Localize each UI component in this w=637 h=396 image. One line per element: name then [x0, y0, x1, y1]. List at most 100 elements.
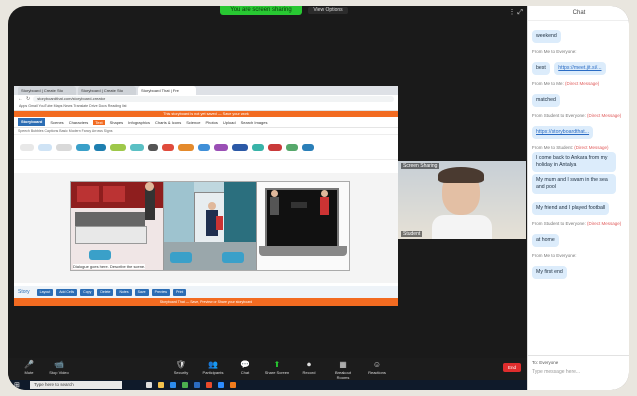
storyboard-cell-3[interactable] [257, 182, 349, 270]
chat-sender: From Me to Me: (Direct Message) [532, 81, 600, 86]
task-view-icon[interactable] [146, 382, 152, 388]
mute-button[interactable]: 🎤 Mute [16, 360, 42, 375]
palette-item[interactable] [110, 143, 126, 151]
palette-item[interactable] [56, 143, 72, 151]
add-cells-button[interactable]: Add Cells [56, 288, 78, 296]
menu-item[interactable]: Upload [223, 120, 236, 125]
chrome-icon[interactable] [182, 382, 188, 388]
menu-item[interactable]: Science [186, 120, 200, 125]
participants-button[interactable]: 👥 Participants [200, 360, 226, 375]
menu-item[interactable]: Infographics [128, 120, 150, 125]
chat-link[interactable]: https://storyboardthat... [532, 126, 594, 139]
edge-icon[interactable] [170, 382, 176, 388]
back-icon[interactable]: ← [18, 96, 23, 102]
screen-sharing-indicator[interactable]: You are screen sharing [220, 6, 302, 15]
save-button[interactable]: Save [134, 288, 149, 296]
windows-taskbar: ⊞ Type here to search [8, 380, 527, 390]
palette-item[interactable] [20, 143, 34, 151]
menu-item[interactable]: Charts & Icons [155, 120, 181, 125]
menu-item[interactable]: Photos [205, 120, 217, 125]
breakout-rooms-button[interactable]: ▦ Breakout Rooms [330, 360, 356, 380]
copy-button[interactable]: Copy [80, 288, 95, 296]
chat-messages: weekend From Me to Everyone: best https:… [528, 21, 629, 284]
chat-recipient-select[interactable]: To: Everyone [532, 360, 626, 365]
palette-item[interactable] [214, 143, 228, 151]
palette-item[interactable] [162, 143, 174, 151]
file-explorer-icon[interactable] [158, 382, 164, 388]
speech-bubble-palette [14, 135, 398, 160]
menu-item[interactable]: Shapes [110, 120, 124, 125]
chat-sender: From Student to Everyone: (Direct Messag… [532, 221, 622, 226]
app-logo[interactable]: Storyboard [18, 118, 46, 126]
windows-start-icon[interactable]: ⊞ [14, 381, 20, 389]
zoom-top-bar: You are screen sharing View Options ⋮ ⤢ [8, 6, 527, 16]
record-button[interactable]: ⏺ Record [296, 360, 322, 375]
footer-banner: Storyboard That — Save, Preview or Share… [14, 298, 398, 306]
print-button[interactable]: Print [173, 288, 187, 296]
end-meeting-button[interactable]: End [503, 363, 521, 372]
chat-button[interactable]: 💬 Chat [232, 360, 258, 375]
palette-item[interactable] [38, 143, 52, 151]
bookmarks-bar[interactable]: Apps Gmail YouTube Maps News Translate D… [14, 103, 398, 111]
chat-bubble: My first end [532, 266, 567, 279]
share-screen-button[interactable]: ⬆ Share Screen [264, 360, 290, 375]
menu-item-selected[interactable]: Text [93, 119, 105, 125]
browser-tab-active[interactable]: Storyboard That | Fre [138, 86, 196, 95]
chat-message-input[interactable]: Type message here... [532, 369, 626, 375]
palette-item[interactable] [148, 143, 158, 151]
zoom-icon[interactable] [218, 382, 224, 388]
delete-button[interactable]: Delete [97, 288, 114, 296]
zoom-main-area: You are screen sharing View Options ⋮ ⤢ … [8, 6, 527, 390]
storyboard-cell-1[interactable] [71, 182, 164, 270]
reactions-button[interactable]: ☺ Reactions [364, 360, 390, 375]
palette-item[interactable] [286, 143, 298, 151]
palette-item[interactable] [94, 143, 106, 151]
reactions-icon: ☺ [372, 360, 382, 369]
window-controls[interactable]: ⋮ ⤢ [508, 8, 523, 17]
taskbar-search[interactable]: Type here to search [30, 381, 122, 389]
stop-video-button[interactable]: 📹 Stop Video [46, 360, 72, 375]
category-sub-bar[interactable]: Speech Bubbles Captions Basic Modern Fan… [14, 128, 398, 135]
chat-title: Chat [528, 6, 629, 21]
participant-video[interactable]: Screen Sharing Student [398, 161, 526, 239]
palette-item[interactable] [76, 143, 90, 151]
preview-button[interactable]: Preview [151, 288, 171, 296]
browser-tab[interactable]: Storyboard | Create Sto [78, 86, 136, 95]
security-button[interactable]: 🛡 Security [168, 360, 194, 375]
chat-bubble: at home [532, 234, 559, 247]
menu-item[interactable]: Scenes [50, 120, 63, 125]
share-screen-icon: ⬆ [273, 360, 281, 369]
app-icon[interactable] [230, 382, 236, 388]
chat-bubble: My friend and I played football [532, 202, 610, 215]
app-menu-bar: Storyboard Scenes Characters Text Shapes… [14, 117, 398, 128]
chat-sender: From Me to Everyone: [532, 49, 577, 54]
cell-caption[interactable]: Dialogue goes here. Describe the scene. [73, 264, 146, 269]
word-icon[interactable] [194, 382, 200, 388]
powerpoint-icon[interactable] [206, 382, 212, 388]
palette-item[interactable] [178, 143, 194, 151]
layout-button[interactable]: Layout [36, 288, 54, 296]
view-options-button[interactable]: View Options [308, 7, 348, 14]
palette-item[interactable] [198, 143, 210, 151]
storyboard-cell-2[interactable] [164, 182, 257, 270]
menu-item[interactable]: Search Images [241, 120, 268, 125]
storyboard-cells: Dialogue goes here. Describe the scene. [70, 181, 350, 271]
palette-item[interactable] [302, 143, 314, 151]
palette-item[interactable] [130, 143, 144, 151]
refresh-icon[interactable]: ↻ [26, 96, 30, 102]
video-top-label: Screen Sharing [401, 163, 440, 169]
microphone-icon: 🎤 [24, 360, 34, 369]
palette-item[interactable] [232, 143, 248, 151]
menu-item[interactable]: Characters [69, 120, 89, 125]
story-label: Story [18, 289, 30, 295]
chat-bubble: weekend [532, 30, 561, 43]
storyboard-canvas: Dialogue goes here. Describe the scene. [14, 173, 398, 283]
record-icon: ⏺ [307, 360, 311, 369]
url-field[interactable]: storyboardthat.com/storyboard-creator [33, 96, 394, 102]
notes-button[interactable]: Notes [116, 288, 132, 296]
palette-item[interactable] [268, 143, 282, 151]
chat-bubble: My mum and I swam in the sea and pool [532, 174, 616, 194]
palette-item[interactable] [252, 143, 264, 151]
chat-link[interactable]: https://meet.jit.si/... [554, 62, 606, 75]
browser-tab[interactable]: Storyboard | Create Sto [18, 86, 76, 95]
